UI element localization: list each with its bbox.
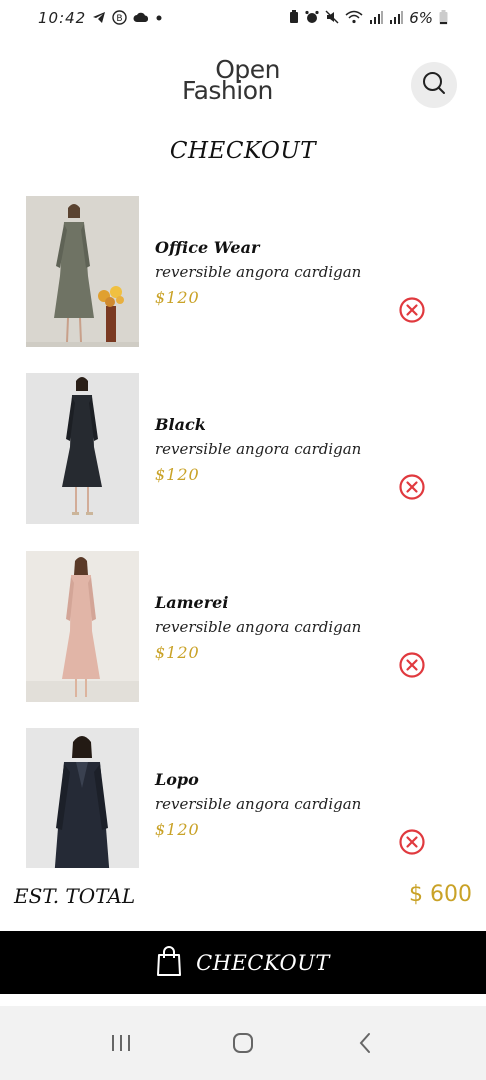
product-price: $120 [155, 643, 200, 662]
product-price: $120 [155, 288, 200, 307]
remove-item-button[interactable] [398, 296, 426, 324]
cart-item[interactable]: Office Wear reversible angora cardigan $… [0, 196, 486, 348]
checkout-button[interactable]: CHECKOUT [0, 931, 486, 994]
product-image[interactable] [26, 196, 139, 347]
dot-icon [155, 12, 163, 24]
b-icon: B [112, 9, 127, 27]
telegram-icon [92, 11, 106, 26]
total-label: EST. TOTAL [14, 884, 136, 908]
product-image[interactable] [26, 728, 139, 868]
shopping-bag-icon [156, 945, 182, 980]
product-description: reversible angora cardigan [155, 795, 362, 813]
remove-item-button[interactable] [398, 828, 426, 856]
cart-item[interactable]: Black reversible angora cardigan $120 [0, 373, 486, 525]
signal-icon [389, 10, 404, 26]
signal-icon [369, 10, 384, 26]
search-icon [421, 70, 447, 100]
close-circle-icon [399, 474, 425, 500]
cart-item-list: Office Wear reversible angora cardigan $… [0, 196, 486, 868]
status-left: 10:42 B [38, 9, 163, 27]
system-nav-bar [0, 1006, 486, 1080]
close-circle-icon [399, 829, 425, 855]
mute-icon [325, 10, 339, 26]
product-description: reversible angora cardigan [155, 440, 362, 458]
product-description: reversible angora cardigan [155, 263, 362, 281]
product-price: $120 [155, 820, 200, 839]
checkout-button-label: CHECKOUT [196, 950, 330, 975]
total-value: $ 600 [409, 882, 472, 907]
recents-icon [112, 1035, 130, 1051]
checkout-screen: 10:42 B 6% Open Fashion CHECKOUT Office … [0, 0, 486, 1080]
logo-line2: Fashion [182, 75, 273, 105]
remove-item-button[interactable] [398, 473, 426, 501]
cart-item[interactable]: Lopo reversible angora cardigan $120 [0, 728, 486, 868]
product-price: $120 [155, 465, 200, 484]
battery-saver-icon [289, 10, 299, 26]
home-button[interactable] [223, 1023, 263, 1063]
product-image[interactable] [26, 551, 139, 702]
back-button[interactable] [345, 1023, 385, 1063]
page-title: CHECKOUT [169, 138, 317, 164]
wifi-icon [345, 10, 363, 26]
recents-button[interactable] [101, 1023, 141, 1063]
cloud-icon [133, 12, 149, 25]
search-button[interactable] [411, 62, 457, 108]
close-circle-icon [399, 652, 425, 678]
cart-item[interactable]: Lamerei reversible angora cardigan $120 [0, 551, 486, 703]
svg-text:B: B [117, 14, 123, 24]
battery-percent: 6% [409, 9, 433, 27]
status-time: 10:42 [38, 9, 87, 27]
battery-icon [439, 9, 448, 27]
product-name: Lopo [155, 770, 199, 789]
product-name: Black [155, 415, 206, 434]
product-name: Lamerei [155, 593, 229, 612]
home-icon [233, 1033, 253, 1053]
remove-item-button[interactable] [398, 651, 426, 679]
product-image[interactable] [26, 373, 139, 524]
status-right: 6% [289, 9, 448, 27]
back-icon [359, 1033, 370, 1053]
status-bar: 10:42 B 6% [0, 0, 486, 36]
product-description: reversible angora cardigan [155, 618, 362, 636]
brand-logo[interactable]: Open Fashion [182, 57, 286, 106]
product-name: Office Wear [155, 238, 260, 257]
close-circle-icon [399, 297, 425, 323]
alarm-icon [305, 10, 319, 26]
